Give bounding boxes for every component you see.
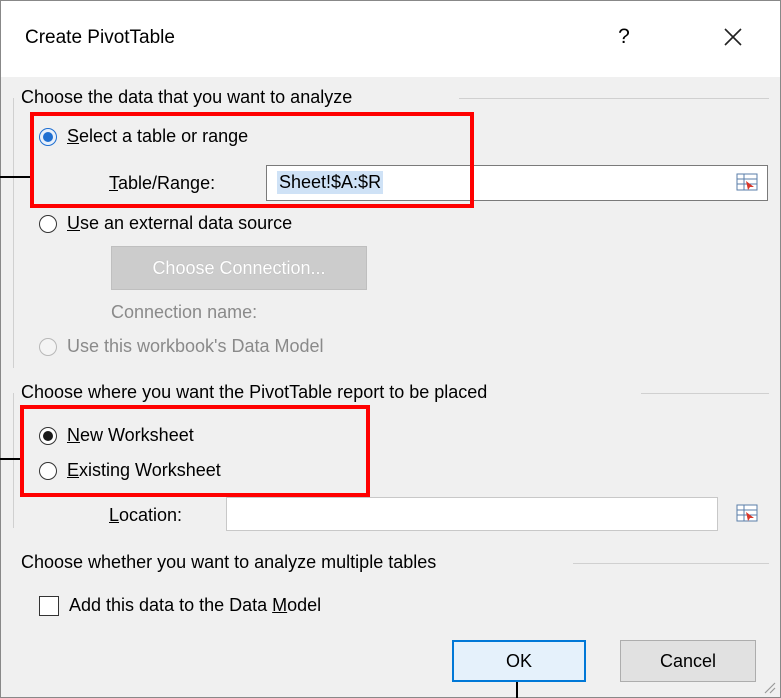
radio-button: [39, 337, 57, 356]
annotation-leader-line: [516, 682, 518, 698]
location-label: Location:: [109, 505, 183, 525]
close-button[interactable]: [713, 19, 753, 55]
highlight-box-placement: [20, 405, 370, 497]
ok-label: OK: [505, 650, 532, 671]
multiple-section-heading: Choose whether you want to analyze multi…: [21, 552, 437, 572]
title-bar: Create PivotTable ?: [1, 1, 780, 77]
dialog-title: Create PivotTable: [25, 27, 175, 48]
data-model-radio[interactable]: Use this workbook's Data Model: [39, 336, 324, 357]
create-pivottable-dialog: Create PivotTable ? Choose the data that…: [0, 0, 781, 698]
range-select-icon: [736, 504, 758, 522]
add-to-data-model-checkbox[interactable]: Add this data to the Data Model: [39, 595, 321, 616]
choose-connection-button[interactable]: Choose Connection...: [111, 246, 367, 290]
separator: [573, 563, 769, 564]
group-border: [13, 393, 14, 528]
close-icon: [724, 28, 742, 46]
data-model-label: Use this workbook's Data Model: [67, 336, 324, 356]
cancel-label: Cancel: [659, 650, 717, 671]
choose-connection-label: Choose Connection...: [152, 257, 326, 278]
collapse-dialog-button[interactable]: [733, 167, 761, 197]
annotation-leader-line: [0, 458, 20, 460]
external-source-radio[interactable]: Use an external data source: [39, 213, 292, 234]
connection-name-label: Connection name:: [111, 302, 258, 322]
data-section-heading: Choose the data that you want to analyze: [21, 87, 353, 107]
radio-button: [39, 214, 57, 233]
separator: [459, 98, 769, 99]
resize-grip-icon[interactable]: [761, 679, 777, 695]
external-source-label: Use an external data source: [67, 213, 293, 233]
help-button[interactable]: ?: [609, 19, 639, 55]
location-collapse-button[interactable]: [733, 498, 761, 528]
range-select-icon: [736, 173, 758, 191]
separator: [641, 393, 769, 394]
checkbox-box: [39, 595, 59, 616]
annotation-leader-line: [0, 176, 30, 178]
cancel-button[interactable]: Cancel: [620, 640, 756, 682]
group-border: [13, 98, 14, 368]
add-to-data-model-label: Add this data to the Data Model: [69, 595, 322, 615]
ok-button[interactable]: OK: [452, 640, 586, 682]
placement-section-heading: Choose where you want the PivotTable rep…: [21, 382, 488, 402]
location-input[interactable]: [226, 497, 718, 531]
highlight-box-data-source: [30, 112, 474, 208]
